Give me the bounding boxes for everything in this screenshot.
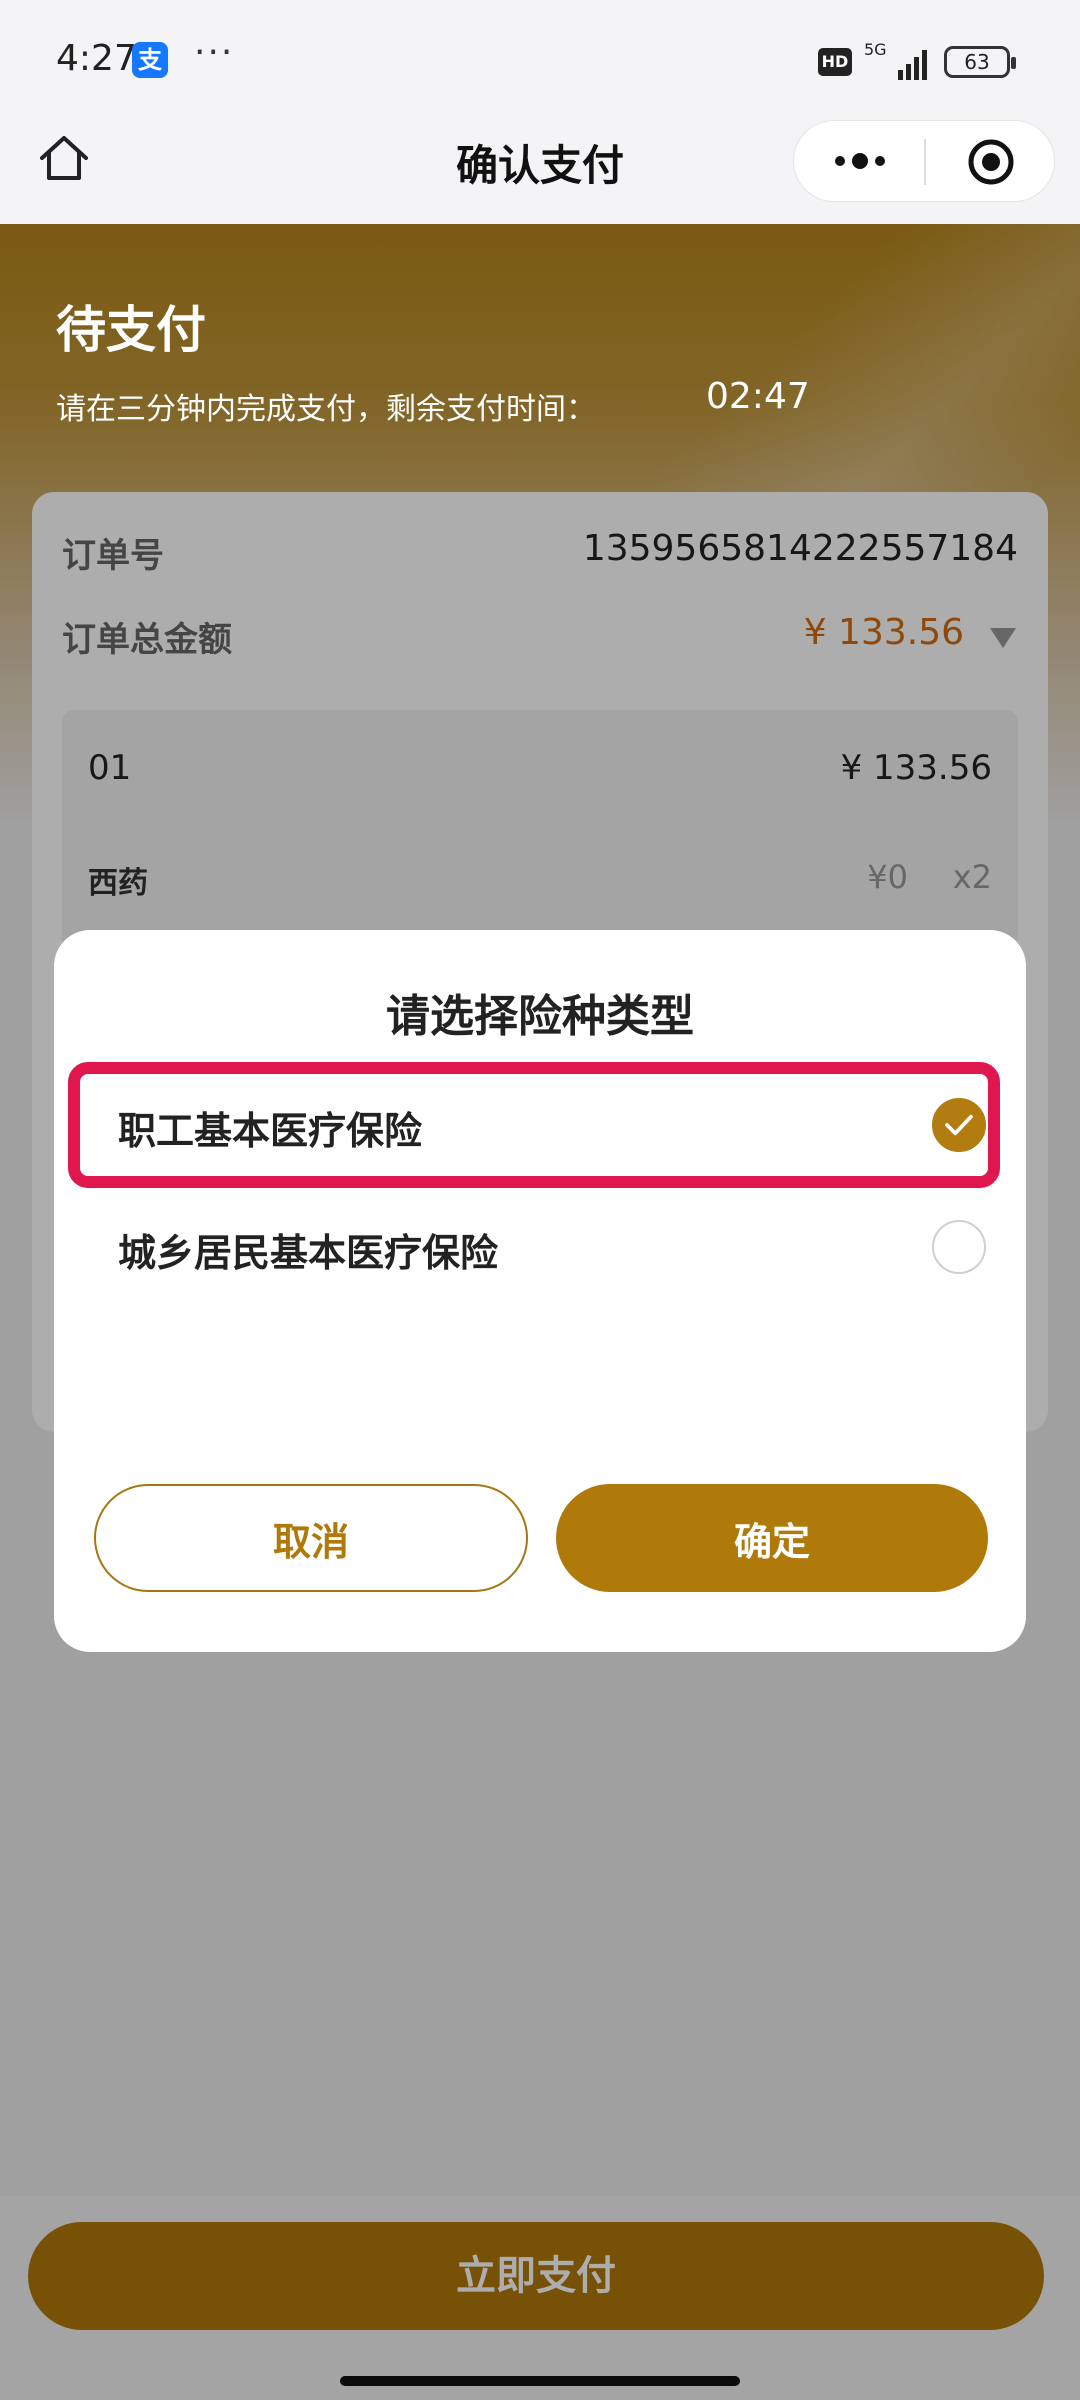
cancel-button[interactable]: 取消 [94, 1484, 528, 1592]
target-icon[interactable] [966, 137, 1016, 187]
payment-time-hint: 请在三分钟内完成支付，剩余支付时间： [56, 392, 596, 427]
nav-bar: 确认支付 [0, 120, 1080, 224]
payment-status-title: 待支付 [56, 300, 206, 359]
battery-icon: 63 [944, 46, 1016, 78]
mini-app-capsule [793, 120, 1055, 202]
alipay-app-icon: 支 [132, 42, 168, 78]
insurance-option-label: 职工基本医疗保险 [118, 1108, 423, 1153]
insurance-type-dialog: 请选择险种类型 职工基本医疗保险 城乡居民基本医疗保险 取消 确定 [54, 930, 1026, 1652]
status-bar: 4:27 支 ··· HD 5G 63 [0, 0, 1080, 120]
countdown-timer: 02:47 [706, 376, 810, 417]
status-time: 4:27 [56, 38, 137, 79]
dialog-title: 请选择险种类型 [386, 991, 694, 1042]
more-dots-icon[interactable] [830, 143, 890, 179]
checkmark-icon [945, 1114, 973, 1136]
signal-icon [898, 50, 927, 80]
insurance-option-resident[interactable]: 城乡居民基本医疗保险 [54, 1186, 1026, 1306]
insurance-option-label: 城乡居民基本医疗保险 [118, 1230, 499, 1275]
insurance-option-employee[interactable]: 职工基本医疗保险 [54, 1064, 1026, 1184]
notification-dots-icon: ··· [194, 32, 235, 73]
radio-checked-icon[interactable] [932, 1098, 986, 1152]
hd-badge: HD [818, 48, 852, 76]
confirm-button[interactable]: 确定 [556, 1484, 988, 1592]
radio-unchecked-icon[interactable] [932, 1220, 986, 1274]
capsule-divider [924, 139, 926, 185]
